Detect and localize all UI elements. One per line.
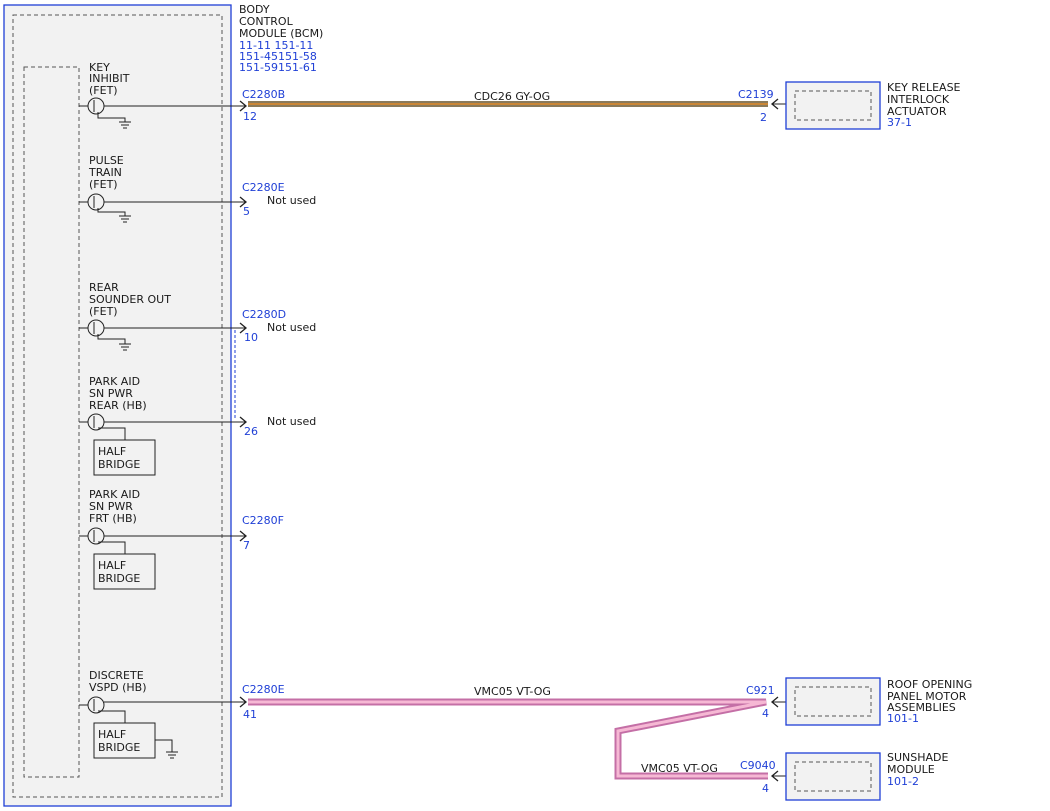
half-bridge-label: BRIDGE: [98, 741, 140, 754]
component-roof-opening-panel: C921 4 ROOF OPENING PANEL MOTOR ASSEMBLI…: [746, 677, 972, 726]
circuit-label-line: VSPD (HB): [89, 681, 147, 694]
component-ref: 101-1: [887, 712, 919, 725]
circuit-label-line: (FET): [89, 84, 118, 97]
not-used-note: Not used: [267, 321, 316, 334]
pin-number: 12: [243, 110, 257, 123]
wire-label: VMC05 VT-OG: [474, 685, 551, 698]
wiring-diagram: BODY CONTROL MODULE (BCM) 11-11 151-11 1…: [3, 3, 972, 807]
bcm-ref-line-3: 151-59151-61: [239, 61, 317, 74]
half-bridge-label: BRIDGE: [98, 458, 140, 471]
circuit-label-line: REAR (HB): [89, 399, 147, 412]
pin-number: 4: [762, 782, 769, 795]
connector-id: C2280F: [242, 514, 284, 527]
connector-id: C2280E: [242, 683, 285, 696]
bcm-title: BODY CONTROL MODULE (BCM) 11-11 151-11 1…: [239, 3, 323, 74]
wire-label: VMC05 VT-OG: [641, 762, 718, 775]
wire-vmc05: VMC05 VT-OG VMC05 VT-OG: [248, 685, 768, 780]
component-box: [785, 752, 881, 801]
connector-id: C2139: [738, 88, 774, 101]
connector-id: C921: [746, 684, 775, 697]
component-box: [785, 81, 881, 130]
component-ref: 37-1: [887, 116, 912, 129]
not-used-note: Not used: [267, 415, 316, 428]
half-bridge-label: HALF: [98, 445, 126, 458]
pin-number: 4: [762, 707, 769, 720]
half-bridge-label: HALF: [98, 559, 126, 572]
pin-number: 41: [243, 708, 257, 721]
connector-id: C2280B: [242, 88, 285, 101]
component-box: [785, 677, 881, 726]
component-sunshade-module: C9040 4 SUNSHADE MODULE 101-2: [740, 751, 949, 801]
pin-number: 10: [244, 331, 258, 344]
connector-id: C9040: [740, 759, 776, 772]
pin-number: 7: [243, 539, 250, 552]
half-bridge-label: HALF: [98, 728, 126, 741]
connector-id: C2280E: [242, 181, 285, 194]
wire-cdc26: CDC26 GY-OG: [248, 90, 768, 107]
wire-label: CDC26 GY-OG: [474, 90, 550, 103]
connector-id: C2280D: [242, 308, 286, 321]
half-bridge-label: BRIDGE: [98, 572, 140, 585]
circuit-label-line: (FET): [89, 305, 118, 318]
circuit-label-line: (FET): [89, 178, 118, 191]
component-key-release-actuator: C2139 2 KEY RELEASE INTERLOCK ACTUATOR 3…: [738, 81, 961, 130]
pin-number: 5: [243, 205, 250, 218]
circuit-label-line: FRT (HB): [89, 512, 137, 525]
pin-number: 2: [760, 111, 767, 124]
pin-number: 26: [244, 425, 258, 438]
component-ref: 101-2: [887, 775, 919, 788]
not-used-note: Not used: [267, 194, 316, 207]
